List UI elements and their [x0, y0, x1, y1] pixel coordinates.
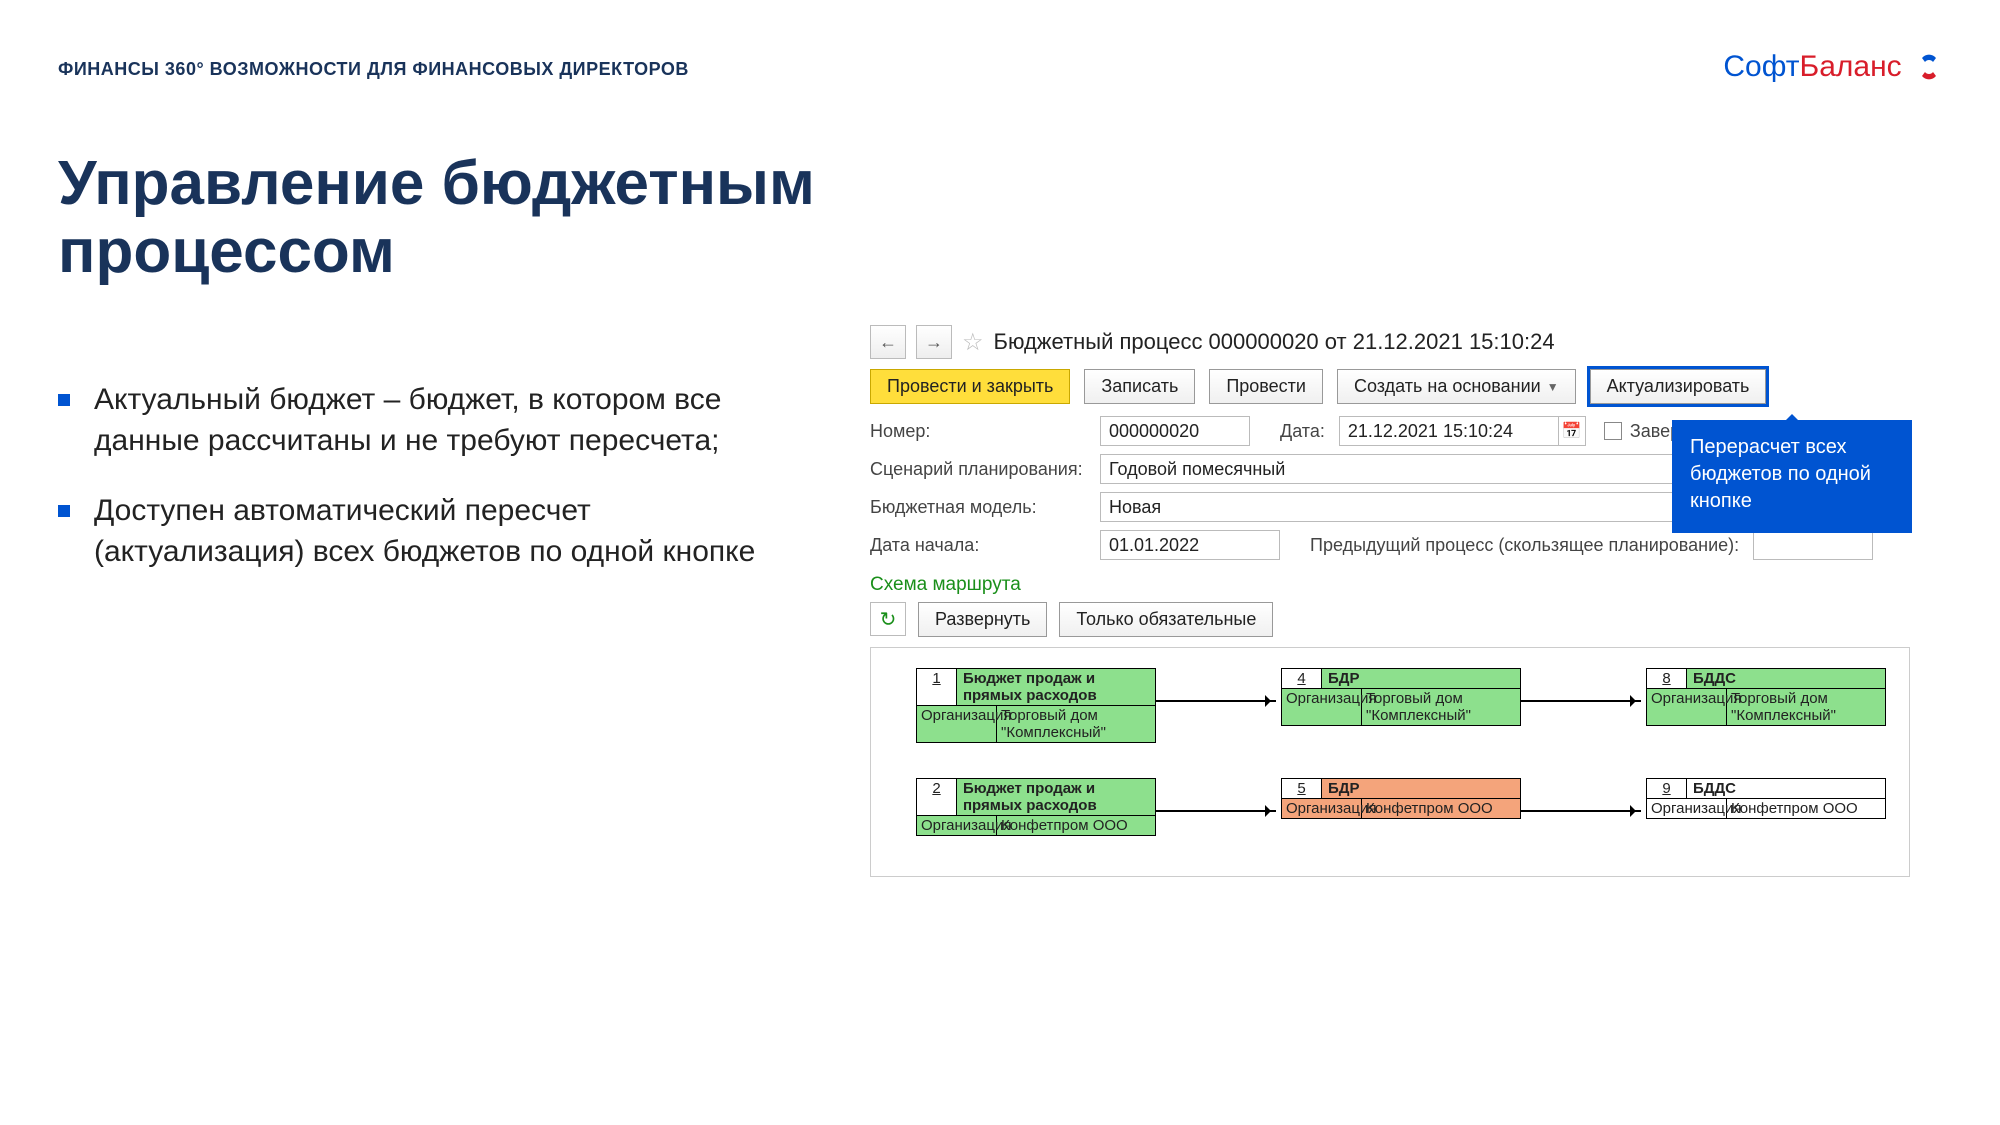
expand-button[interactable]: Развернуть [918, 602, 1047, 637]
list-item: Доступен автоматический пересчет (актуал… [58, 491, 798, 572]
node-org-value: Торговый дом "Комплексный" [997, 706, 1155, 742]
node-title: Бюджет продаж и прямых расходов [957, 779, 1155, 815]
node-title: Бюджет продаж и прямых расходов [957, 669, 1155, 705]
diagram-node[interactable]: 2Бюджет продаж и прямых расходовОрганиза… [916, 778, 1156, 836]
route-diagram: 1Бюджет продаж и прямых расходовОрганиза… [870, 647, 1910, 877]
node-org-label: Организация [1282, 799, 1362, 818]
node-number: 9 [1647, 779, 1687, 798]
diagram-node[interactable]: 5БДРОрганизацияКонфетпром ООО [1281, 778, 1521, 819]
window-title: Бюджетный процесс 000000020 от 21.12.202… [994, 329, 1555, 355]
favorite-star-icon[interactable]: ☆ [962, 328, 984, 357]
create-based-label: Создать на основании [1354, 376, 1541, 397]
logo-mark-icon [1916, 54, 1942, 88]
refresh-button[interactable]: ↻ [870, 602, 906, 636]
nav-back-button[interactable]: ← [870, 325, 906, 359]
page-title: Управление бюджетным процессом [58, 150, 958, 286]
node-org-label: Организация [1282, 689, 1362, 725]
list-item: Актуальный бюджет – бюджет, в котором вс… [58, 380, 798, 461]
callout-tooltip: Перерасчет всех бюджетов по одной кнопке [1672, 420, 1912, 533]
node-number: 1 [917, 669, 957, 705]
logo-balans: Баланс [1800, 50, 1902, 83]
node-org-value: Конфетпром ООО [1727, 799, 1885, 818]
save-button[interactable]: Записать [1084, 369, 1195, 404]
node-number: 2 [917, 779, 957, 815]
model-label: Бюджетная модель: [870, 497, 1100, 518]
date-field[interactable]: 21.12.2021 15:10:24 [1339, 416, 1559, 446]
mandatory-only-button[interactable]: Только обязательные [1059, 602, 1273, 637]
diagram-node[interactable]: 1Бюджет продаж и прямых расходовОрганиза… [916, 668, 1156, 743]
node-number: 8 [1647, 669, 1687, 688]
chevron-down-icon: ▼ [1547, 380, 1559, 394]
arrow-icon [1521, 810, 1641, 812]
date-label: Дата: [1250, 421, 1339, 442]
app-screenshot: ← → ☆ Бюджетный процесс 000000020 от 21.… [870, 325, 1910, 877]
actualize-button[interactable]: Актуализировать [1590, 369, 1767, 404]
logo: СофтБаланс [1723, 50, 1942, 88]
node-org-value: Конфетпром ООО [997, 816, 1155, 835]
arrow-icon [1156, 700, 1276, 702]
start-label: Дата начала: [870, 535, 1100, 556]
node-org-label: Организация [1647, 799, 1727, 818]
node-title: БДР [1322, 669, 1520, 688]
node-org-value: Торговый дом "Комплексный" [1727, 689, 1885, 725]
logo-soft: Софт [1723, 50, 1799, 83]
scenario-label: Сценарий планирования: [870, 459, 1100, 480]
header-crumb: ФИНАНСЫ 360° ВОЗМОЖНОСТИ ДЛЯ ФИНАНСОВЫХ … [58, 59, 689, 80]
create-based-button[interactable]: Создать на основании ▼ [1337, 369, 1576, 404]
prev-field[interactable] [1753, 530, 1873, 560]
diagram-node[interactable]: 9БДДСОрганизацияКонфетпром ООО [1646, 778, 1886, 819]
node-org-label: Организация [917, 706, 997, 742]
node-number: 5 [1282, 779, 1322, 798]
prev-label: Предыдущий процесс (скользящее планирова… [1280, 535, 1753, 556]
node-org-value: Конфетпром ООО [1362, 799, 1520, 818]
node-org-label: Организация [1647, 689, 1727, 725]
completed-checkbox[interactable] [1604, 422, 1622, 440]
number-label: Номер: [870, 421, 1100, 442]
arrow-icon [1521, 700, 1641, 702]
start-field[interactable]: 01.01.2022 [1100, 530, 1280, 560]
route-scheme-header: Схема маршрута [870, 574, 1910, 596]
node-title: БДДС [1687, 779, 1885, 798]
node-number: 4 [1282, 669, 1322, 688]
post-button[interactable]: Провести [1209, 369, 1323, 404]
node-title: БДДС [1687, 669, 1885, 688]
calendar-icon[interactable]: 📅 [1558, 416, 1586, 446]
diagram-node[interactable]: 4БДРОрганизацияТорговый дом "Комплексный… [1281, 668, 1521, 726]
bullet-list: Актуальный бюджет – бюджет, в котором вс… [58, 380, 798, 602]
node-title: БДР [1322, 779, 1520, 798]
diagram-node[interactable]: 8БДДСОрганизацияТорговый дом "Комплексны… [1646, 668, 1886, 726]
node-org-label: Организация [917, 816, 997, 835]
number-field[interactable]: 000000020 [1100, 416, 1250, 446]
arrow-icon [1156, 810, 1276, 812]
node-org-value: Торговый дом "Комплексный" [1362, 689, 1520, 725]
post-and-close-button[interactable]: Провести и закрыть [870, 369, 1070, 404]
nav-forward-button[interactable]: → [916, 325, 952, 359]
